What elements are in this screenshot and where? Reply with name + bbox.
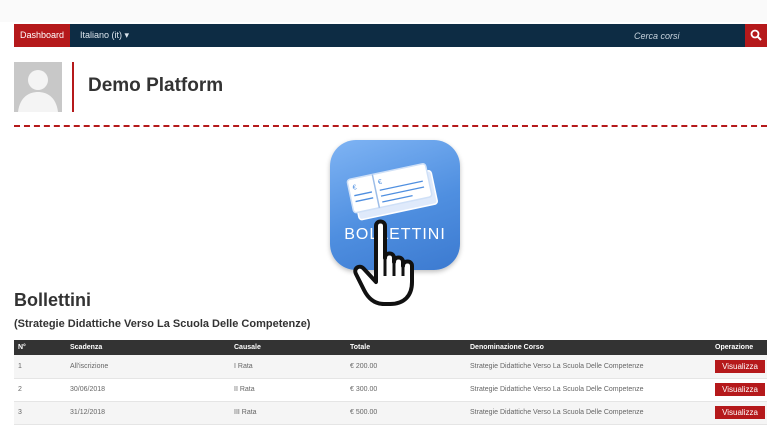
cell-number: 2: [14, 378, 66, 402]
avatar: [14, 62, 62, 112]
dashed-separator: [14, 125, 767, 127]
cell-causale: I Rata: [230, 355, 346, 379]
column-header-operazione: Operazione: [715, 344, 754, 351]
search-icon: [750, 29, 762, 41]
caret-down-icon: ▾: [124, 30, 130, 40]
cell-scadenza: 31/12/2018: [66, 401, 230, 425]
language-selector[interactable]: Italiano (it) ▾: [80, 24, 129, 47]
bollettini-table: N° Scadenza Causale Totale Denominazione…: [14, 340, 767, 425]
cell-operazione: Visualizza: [711, 378, 767, 402]
section-title: Bollettini: [14, 290, 91, 310]
table-row: 1 All'iscrizione I Rata € 200.00 Strateg…: [14, 355, 767, 379]
cell-scadenza: 30/06/2018: [66, 378, 230, 402]
visualizza-button[interactable]: Visualizza: [715, 383, 765, 396]
search-input[interactable]: [634, 27, 734, 44]
cell-operazione: Visualizza: [711, 401, 767, 425]
page: Dashboard Italiano (it) ▾ Demo Platform: [0, 0, 767, 438]
column-header-causale: Causale: [234, 344, 261, 351]
browser-top-strip: [0, 0, 767, 22]
table-row: 3 31/12/2018 III Rata € 500.00 Strategie…: [14, 401, 767, 425]
table-header-row: N° Scadenza Causale Totale Denominazione…: [14, 340, 767, 355]
language-label: Italiano (it): [80, 30, 123, 40]
search-button[interactable]: [745, 24, 767, 47]
column-header-number: N°: [18, 344, 26, 351]
visualizza-button[interactable]: Visualizza: [715, 406, 765, 419]
column-header-scadenza: Scadenza: [70, 344, 103, 351]
bollettini-tickets-icon: € €: [346, 163, 438, 221]
table-row: 2 30/06/2018 II Rata € 300.00 Strategie …: [14, 378, 767, 402]
header-divider: [72, 62, 74, 112]
dashboard-button[interactable]: Dashboard: [14, 24, 70, 47]
pointing-hand-icon: [353, 219, 414, 306]
visualizza-button[interactable]: Visualizza: [715, 359, 765, 373]
cell-number: 3: [14, 401, 66, 425]
cell-corso: Strategie Didattiche Verso La Scuola Del…: [466, 378, 711, 402]
cell-number: 1: [14, 355, 66, 379]
cell-totale: € 500.00: [346, 401, 466, 425]
cell-totale: € 300.00: [346, 378, 466, 402]
user-silhouette-icon: [18, 70, 58, 112]
platform-title: Demo Platform: [88, 75, 224, 96]
cell-corso: Strategie Didattiche Verso La Scuola Del…: [466, 355, 711, 379]
top-navbar: Dashboard Italiano (it) ▾: [14, 24, 767, 47]
cell-totale: € 200.00: [346, 355, 466, 379]
cell-causale: III Rata: [230, 401, 346, 425]
cell-scadenza: All'iscrizione: [66, 355, 230, 379]
cell-causale: II Rata: [230, 378, 346, 402]
column-header-corso: Denominazione Corso: [470, 344, 544, 351]
section-subtitle: (Strategie Didattiche Verso La Scuola De…: [14, 318, 311, 330]
cell-operazione: Visualizza: [711, 355, 767, 379]
cell-corso: Strategie Didattiche Verso La Scuola Del…: [466, 401, 711, 425]
column-header-totale: Totale: [350, 344, 371, 351]
